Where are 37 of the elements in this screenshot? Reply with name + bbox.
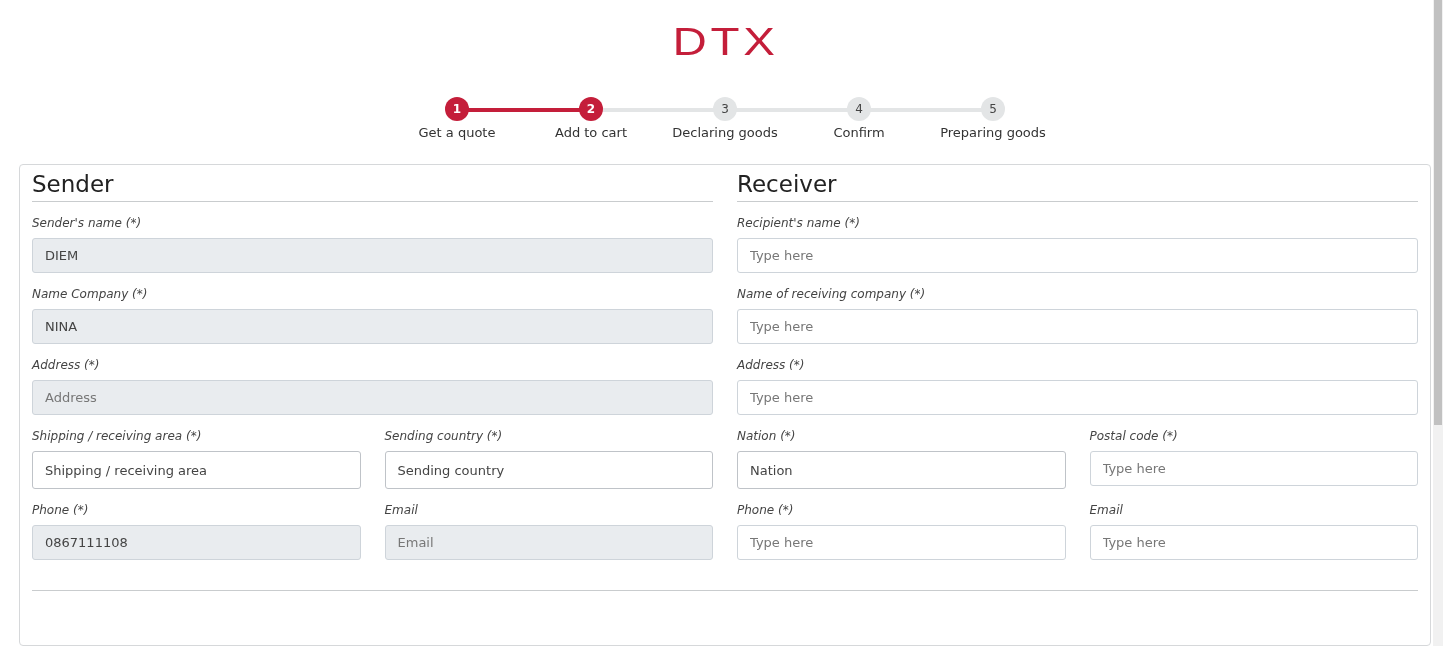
step-label: Confirm	[833, 125, 885, 140]
field-label: Shipping / receiving area (*)	[32, 429, 203, 443]
field-label: Address (*)	[32, 358, 101, 372]
field-label: Name Company (*)	[32, 287, 149, 301]
scrollbar[interactable]	[1433, 0, 1443, 646]
field-label: Address (*)	[737, 358, 806, 372]
field-label: Nation (*)	[737, 429, 797, 443]
field-label: Sending country (*)	[384, 429, 504, 443]
select-field[interactable]: Nation	[737, 451, 1066, 489]
step-circle: 2	[579, 97, 603, 121]
field-label: Phone (*)	[32, 503, 90, 517]
step-circle: 3	[713, 97, 737, 121]
step-circle: 5	[981, 97, 1005, 121]
field-label: Email	[384, 503, 419, 517]
input-field[interactable]: Type here	[1089, 525, 1418, 560]
section-title: Sender	[32, 171, 713, 202]
input-field[interactable]: Type here	[737, 309, 1418, 344]
field-label: Name of receiving company (*)	[737, 287, 927, 301]
input-field[interactable]: Type here	[737, 380, 1418, 415]
field-label: Recipient's name (*)	[737, 216, 861, 230]
field-label: Postal code (*)	[1089, 429, 1179, 443]
step-label: Get a quote	[418, 125, 496, 140]
step-circle: 1	[445, 97, 469, 121]
step-label: Preparing goods	[940, 125, 1046, 140]
input-field[interactable]: Type here	[737, 238, 1418, 273]
select-field[interactable]: Shipping / receiving area	[32, 451, 361, 489]
section-title: Receiver	[737, 171, 1418, 202]
input-field[interactable]: Type here	[737, 525, 1066, 560]
field-label: Phone (*)	[737, 503, 795, 517]
field-label: Email	[1089, 503, 1124, 517]
step-label: Add to cart	[554, 125, 627, 140]
step-circle: 4	[847, 97, 871, 121]
input-field[interactable]: Type here	[1089, 451, 1418, 486]
field-label: Sender's name (*)	[32, 216, 143, 230]
select-field[interactable]: Sending country	[384, 451, 713, 489]
logo: DTX	[671, 22, 779, 62]
step-label: Declaring goods	[672, 125, 778, 140]
